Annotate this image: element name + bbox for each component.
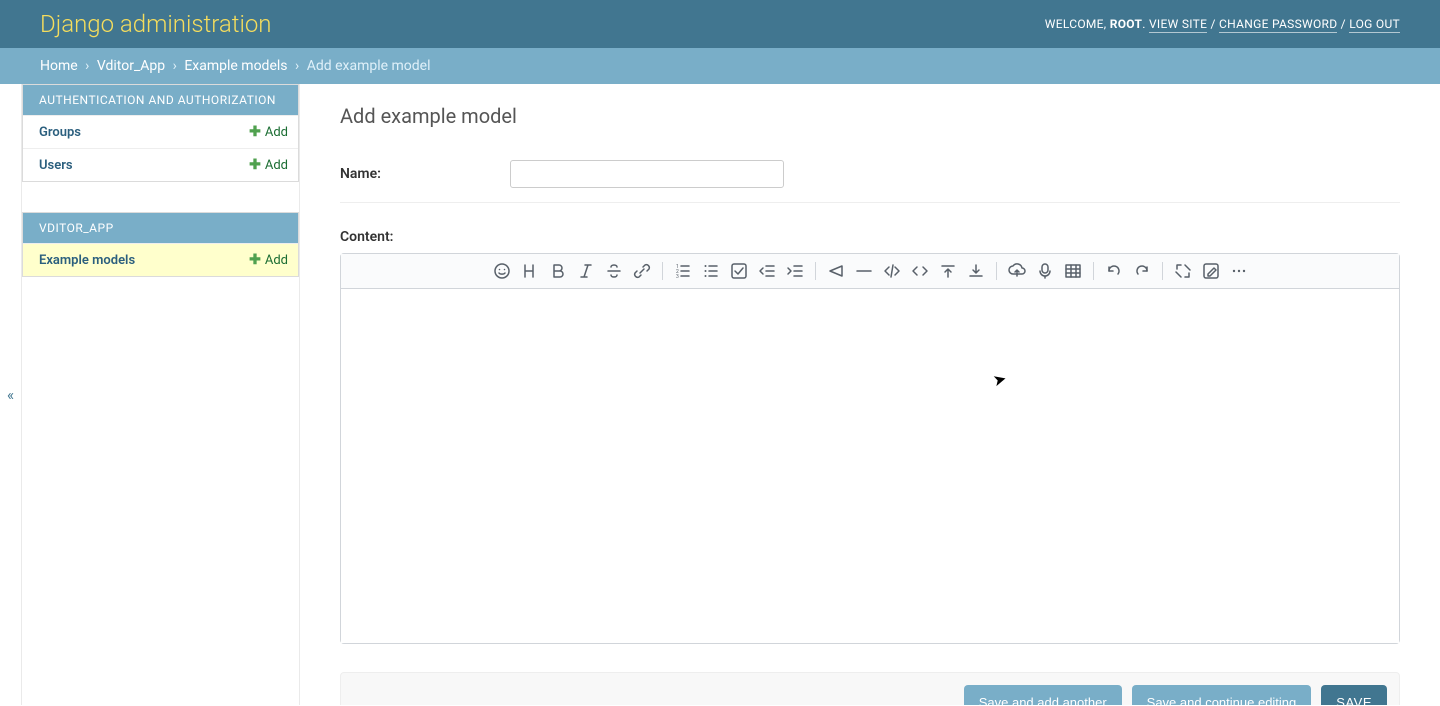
ordered-list-icon[interactable]: 123 [672, 260, 694, 282]
editor-toolbar: 123 [341, 254, 1399, 289]
plus-icon: ✚ [249, 124, 261, 140]
unordered-list-icon[interactable] [700, 260, 722, 282]
quote-icon[interactable] [825, 260, 847, 282]
svg-text:3: 3 [676, 274, 679, 280]
change-password-link[interactable]: CHANGE PASSWORD [1219, 17, 1337, 33]
breadcrumb-model[interactable]: Example models [184, 58, 287, 74]
save-button[interactable]: SAVE [1321, 685, 1387, 705]
upload-icon[interactable] [1006, 260, 1028, 282]
redo-icon[interactable] [1131, 260, 1153, 282]
module-header[interactable]: VDITOR_APP [23, 213, 298, 243]
outdent-icon[interactable] [756, 260, 778, 282]
sidebar: AUTHENTICATION AND AUTHORIZATION Groups … [22, 84, 300, 705]
more-icon[interactable] [1228, 260, 1250, 282]
username: ROOT [1110, 17, 1142, 31]
model-link[interactable]: Groups [39, 125, 81, 140]
content: Add example model Name: Content: 123 ➤ S… [300, 84, 1440, 705]
table-icon[interactable] [1062, 260, 1084, 282]
module-header[interactable]: AUTHENTICATION AND AUTHORIZATION [23, 85, 298, 115]
header-bar: Django administration WELCOME, ROOT. VIE… [0, 0, 1440, 48]
insert-before-icon[interactable] [937, 260, 959, 282]
toolbar-separator [662, 262, 663, 280]
page-title: Add example model [340, 104, 1400, 128]
undo-icon[interactable] [1103, 260, 1125, 282]
breadcrumb-home[interactable]: Home [40, 58, 78, 74]
code-block-icon[interactable] [881, 260, 903, 282]
plus-icon: ✚ [249, 252, 261, 268]
editor-textarea[interactable]: ➤ [341, 289, 1399, 643]
add-link[interactable]: ✚Add [249, 252, 288, 268]
breadcrumb-sep: › [81, 58, 93, 74]
toolbar-separator [815, 262, 816, 280]
toolbar-separator [1162, 262, 1163, 280]
inline-code-icon[interactable] [909, 260, 931, 282]
submit-row: Save and add another Save and continue e… [340, 672, 1400, 705]
form-row-name: Name: [340, 150, 1400, 203]
model-link[interactable]: Users [39, 158, 73, 173]
save-add-another-button[interactable]: Save and add another [964, 685, 1122, 705]
breadcrumb-current: Add example model [307, 58, 431, 74]
breadcrumb-sep: › [291, 58, 303, 74]
model-link[interactable]: Example models [39, 253, 135, 268]
sidebar-item-example-models: Example models ✚Add [23, 243, 298, 276]
toolbar-separator [1093, 262, 1094, 280]
heading-icon[interactable] [519, 260, 541, 282]
insert-after-icon[interactable] [965, 260, 987, 282]
link-icon[interactable] [631, 260, 653, 282]
emoji-icon[interactable] [491, 260, 513, 282]
checklist-icon[interactable] [728, 260, 750, 282]
user-tools: WELCOME, ROOT. VIEW SITE / CHANGE PASSWO… [1045, 17, 1400, 31]
hr-icon[interactable] [853, 260, 875, 282]
toolbar-separator [996, 262, 997, 280]
add-link[interactable]: ✚Add [249, 124, 288, 140]
sidebar-module-vditor: VDITOR_APP Example models ✚Add [22, 212, 299, 277]
sidebar-item-users: Users ✚Add [23, 148, 298, 181]
bold-icon[interactable] [547, 260, 569, 282]
breadcrumb-app[interactable]: Vditor_App [97, 58, 165, 74]
record-icon[interactable] [1034, 260, 1056, 282]
breadcrumb-sep: › [169, 58, 181, 74]
cursor-icon: ➤ [991, 369, 1009, 391]
site-title[interactable]: Django administration [40, 10, 272, 38]
name-label: Name: [340, 160, 510, 182]
welcome-text: WELCOME, ROOT. [1045, 17, 1149, 31]
fullscreen-icon[interactable] [1172, 260, 1194, 282]
sidebar-toggle[interactable]: « [0, 84, 22, 705]
content-label: Content: [340, 223, 510, 245]
sidebar-module-auth: AUTHENTICATION AND AUTHORIZATION Groups … [22, 84, 299, 182]
breadcrumb: Home › Vditor_App › Example models › Add… [0, 48, 1440, 84]
italic-icon[interactable] [575, 260, 597, 282]
name-input[interactable] [510, 160, 784, 188]
strike-icon[interactable] [603, 260, 625, 282]
edit-mode-icon[interactable] [1200, 260, 1222, 282]
add-link[interactable]: ✚Add [249, 157, 288, 173]
form-row-content: Content: 123 ➤ [340, 203, 1400, 652]
save-continue-button[interactable]: Save and continue editing [1132, 685, 1312, 705]
logout-link[interactable]: LOG OUT [1349, 17, 1400, 33]
indent-icon[interactable] [784, 260, 806, 282]
plus-icon: ✚ [249, 157, 261, 173]
view-site-link[interactable]: VIEW SITE [1149, 17, 1207, 33]
editor: 123 ➤ [340, 253, 1400, 644]
sidebar-item-groups: Groups ✚Add [23, 115, 298, 148]
chevron-left-icon: « [7, 386, 14, 404]
